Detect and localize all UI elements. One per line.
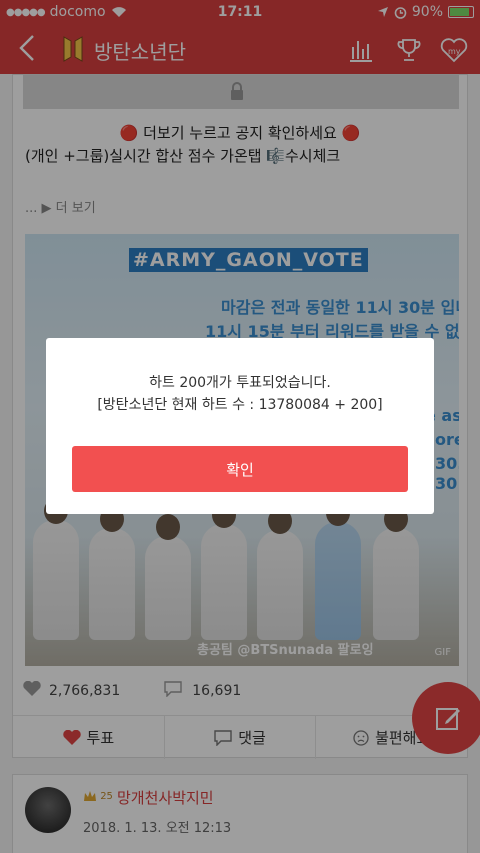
confirm-button[interactable]: 확인 — [72, 446, 408, 492]
dialog-message: 하트 200개가 투표되었습니다. — [149, 375, 331, 391]
vote-confirm-dialog: 하트 200개가 투표되었습니다. [방탄소년단 현재 하트 수 : 13780… — [46, 338, 434, 514]
dialog-heart-count: [방탄소년단 현재 하트 수 : 13780084 + 200] — [97, 397, 383, 413]
